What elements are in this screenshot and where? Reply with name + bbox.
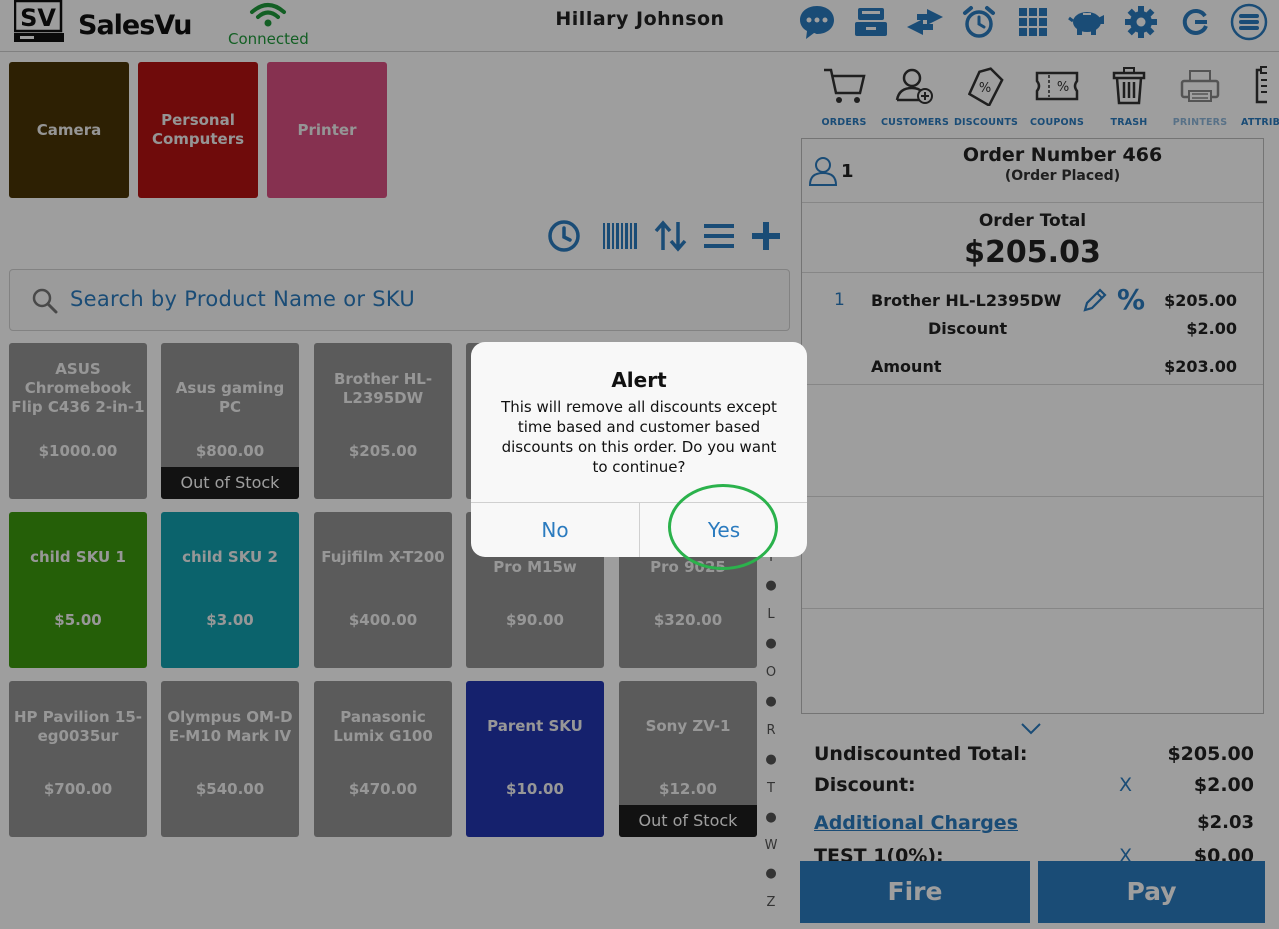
alert-message: This will remove all discounts except ti… xyxy=(501,398,777,476)
alert-no-button[interactable]: No xyxy=(471,503,639,557)
alert-title: Alert xyxy=(611,368,667,392)
yes-highlight-circle xyxy=(668,484,778,570)
